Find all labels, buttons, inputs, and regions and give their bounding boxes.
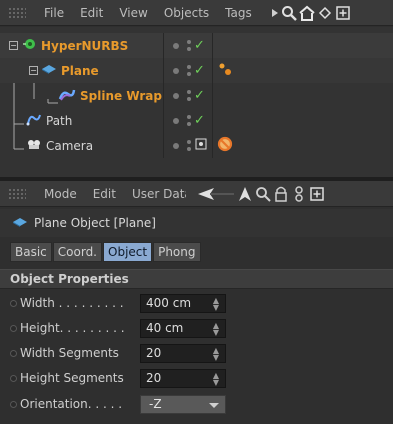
animation-dot[interactable]: [10, 374, 17, 382]
field-value: 20: [146, 371, 162, 385]
forward-arrow-icon[interactable]: [236, 185, 254, 203]
menu-objects[interactable]: Objects: [156, 6, 217, 20]
layer-dot[interactable]: [173, 117, 179, 124]
attribute-tabs: Basic Coord. Object Phong: [10, 242, 202, 262]
visibility-dots[interactable]: [187, 65, 191, 76]
object-tree: − HyperNURBS ✓ − Plane ✓ Spline Wrap ✓ P…: [0, 27, 393, 177]
menu-user-data[interactable]: User Data: [124, 187, 186, 201]
collapse-toggle-icon[interactable]: −: [29, 66, 38, 75]
tab-basic[interactable]: Basic: [10, 242, 52, 262]
collapse-toggle-icon[interactable]: −: [9, 41, 18, 50]
object-row-path[interactable]: Path ✓: [0, 108, 393, 133]
object-row-camera[interactable]: Camera: [0, 133, 393, 158]
tab-phong[interactable]: Phong: [153, 242, 201, 262]
enabled-check-icon[interactable]: ✓: [194, 63, 205, 78]
object-name: Plane: [61, 63, 99, 78]
lock-icon[interactable]: [272, 185, 290, 203]
camera-icon: [26, 138, 42, 153]
menu-mode[interactable]: Mode: [36, 187, 85, 201]
layer-dot[interactable]: [173, 67, 179, 74]
property-label: Width . . . . . . . . .: [20, 296, 124, 310]
object-name: Path: [46, 113, 73, 128]
property-label: Height Segments: [20, 371, 124, 385]
new-window-icon[interactable]: [334, 4, 352, 22]
spline-wrap-icon: [58, 87, 76, 104]
layer-dot[interactable]: [173, 42, 179, 49]
property-label: Height. . . . . . . . .: [20, 321, 125, 335]
tab-coord[interactable]: Coord.: [52, 242, 102, 262]
menu-edit[interactable]: Edit: [85, 187, 124, 201]
tab-object[interactable]: Object: [103, 242, 153, 262]
menu-view[interactable]: View: [111, 6, 155, 20]
object-row-spline-wrap[interactable]: Spline Wrap ✓: [0, 83, 393, 108]
panel-grip-icon[interactable]: [8, 6, 26, 19]
object-title: Plane Object [Plane]: [0, 209, 393, 237]
visibility-dots[interactable]: [187, 90, 191, 101]
orientation-select[interactable]: -Z: [140, 394, 226, 414]
chevron-down-icon: [209, 402, 219, 408]
object-name: Camera: [46, 138, 94, 153]
menu-tags[interactable]: Tags: [217, 6, 260, 20]
spline-icon: [26, 112, 42, 129]
field-value: 40 cm: [146, 321, 184, 335]
field-value: -Z: [149, 397, 162, 411]
attribute-manager-menubar: Mode Edit User Data: [0, 181, 393, 207]
layer-dot[interactable]: [173, 142, 179, 149]
new-window-icon[interactable]: [308, 185, 326, 203]
animation-dot[interactable]: [10, 299, 17, 307]
property-height: Height. . . . . . . . . 40 cm ▲ ▼: [0, 316, 393, 340]
animation-dot[interactable]: [10, 400, 17, 408]
plane-icon: [12, 216, 28, 231]
property-orientation: Orientation. . . . . -Z: [0, 392, 393, 416]
enabled-check-icon[interactable]: ✓: [194, 38, 205, 53]
camera-target-icon[interactable]: [195, 138, 207, 153]
animation-dot[interactable]: [10, 349, 17, 357]
back-arrow-icon[interactable]: [196, 185, 236, 203]
visibility-dots[interactable]: [187, 40, 191, 51]
field-value: 400 cm: [146, 296, 192, 310]
material-tag-icon[interactable]: [218, 62, 232, 79]
width-segments-input[interactable]: 20 ▲ ▼: [140, 343, 226, 363]
enabled-check-icon[interactable]: ✓: [194, 113, 205, 128]
panel-grip-icon[interactable]: [8, 187, 26, 200]
menu-edit[interactable]: Edit: [72, 6, 111, 20]
width-input[interactable]: 400 cm ▲ ▼: [140, 293, 226, 313]
link-icon[interactable]: [290, 185, 308, 203]
visibility-dots[interactable]: [187, 140, 191, 151]
property-width: Width . . . . . . . . . 400 cm ▲ ▼: [0, 291, 393, 315]
stepper-icon[interactable]: ▲ ▼: [213, 321, 219, 336]
property-label: Width Segments: [20, 346, 119, 360]
height-segments-input[interactable]: 20 ▲ ▼: [140, 368, 226, 388]
layer-dot[interactable]: [173, 92, 179, 99]
home-icon[interactable]: [298, 4, 316, 22]
field-value: 20: [146, 346, 162, 360]
menu-file[interactable]: File: [36, 6, 72, 20]
stepper-icon[interactable]: ▲ ▼: [213, 371, 219, 386]
plane-icon: [41, 63, 57, 78]
object-manager-menubar: File Edit View Objects Tags: [0, 0, 393, 26]
object-row-hypernurbs[interactable]: − HyperNURBS ✓: [0, 33, 393, 58]
section-object-properties[interactable]: Object Properties: [0, 269, 393, 289]
search-icon[interactable]: [280, 4, 298, 22]
more-arrow-icon[interactable]: [270, 4, 280, 22]
protection-tag-icon[interactable]: [217, 136, 233, 155]
visibility-dots[interactable]: [187, 115, 191, 126]
property-width-segments: Width Segments 20 ▲ ▼: [0, 341, 393, 365]
stepper-icon[interactable]: ▲ ▼: [213, 346, 219, 361]
object-name: HyperNURBS: [41, 38, 129, 53]
object-row-plane[interactable]: − Plane ✓: [0, 58, 393, 83]
enabled-check-icon[interactable]: ✓: [194, 88, 205, 103]
animation-dot[interactable]: [10, 324, 17, 332]
property-label: Orientation. . . . .: [20, 397, 123, 411]
property-height-segments: Height Segments 20 ▲ ▼: [0, 366, 393, 390]
object-name: Spline Wrap: [80, 88, 162, 103]
search-icon[interactable]: [254, 185, 272, 203]
object-title-text: Plane Object [Plane]: [34, 216, 156, 230]
diamond-icon[interactable]: [316, 4, 334, 22]
stepper-icon[interactable]: ▲ ▼: [213, 296, 219, 311]
height-input[interactable]: 40 cm ▲ ▼: [140, 318, 226, 338]
hypernurbs-icon: [22, 36, 38, 55]
